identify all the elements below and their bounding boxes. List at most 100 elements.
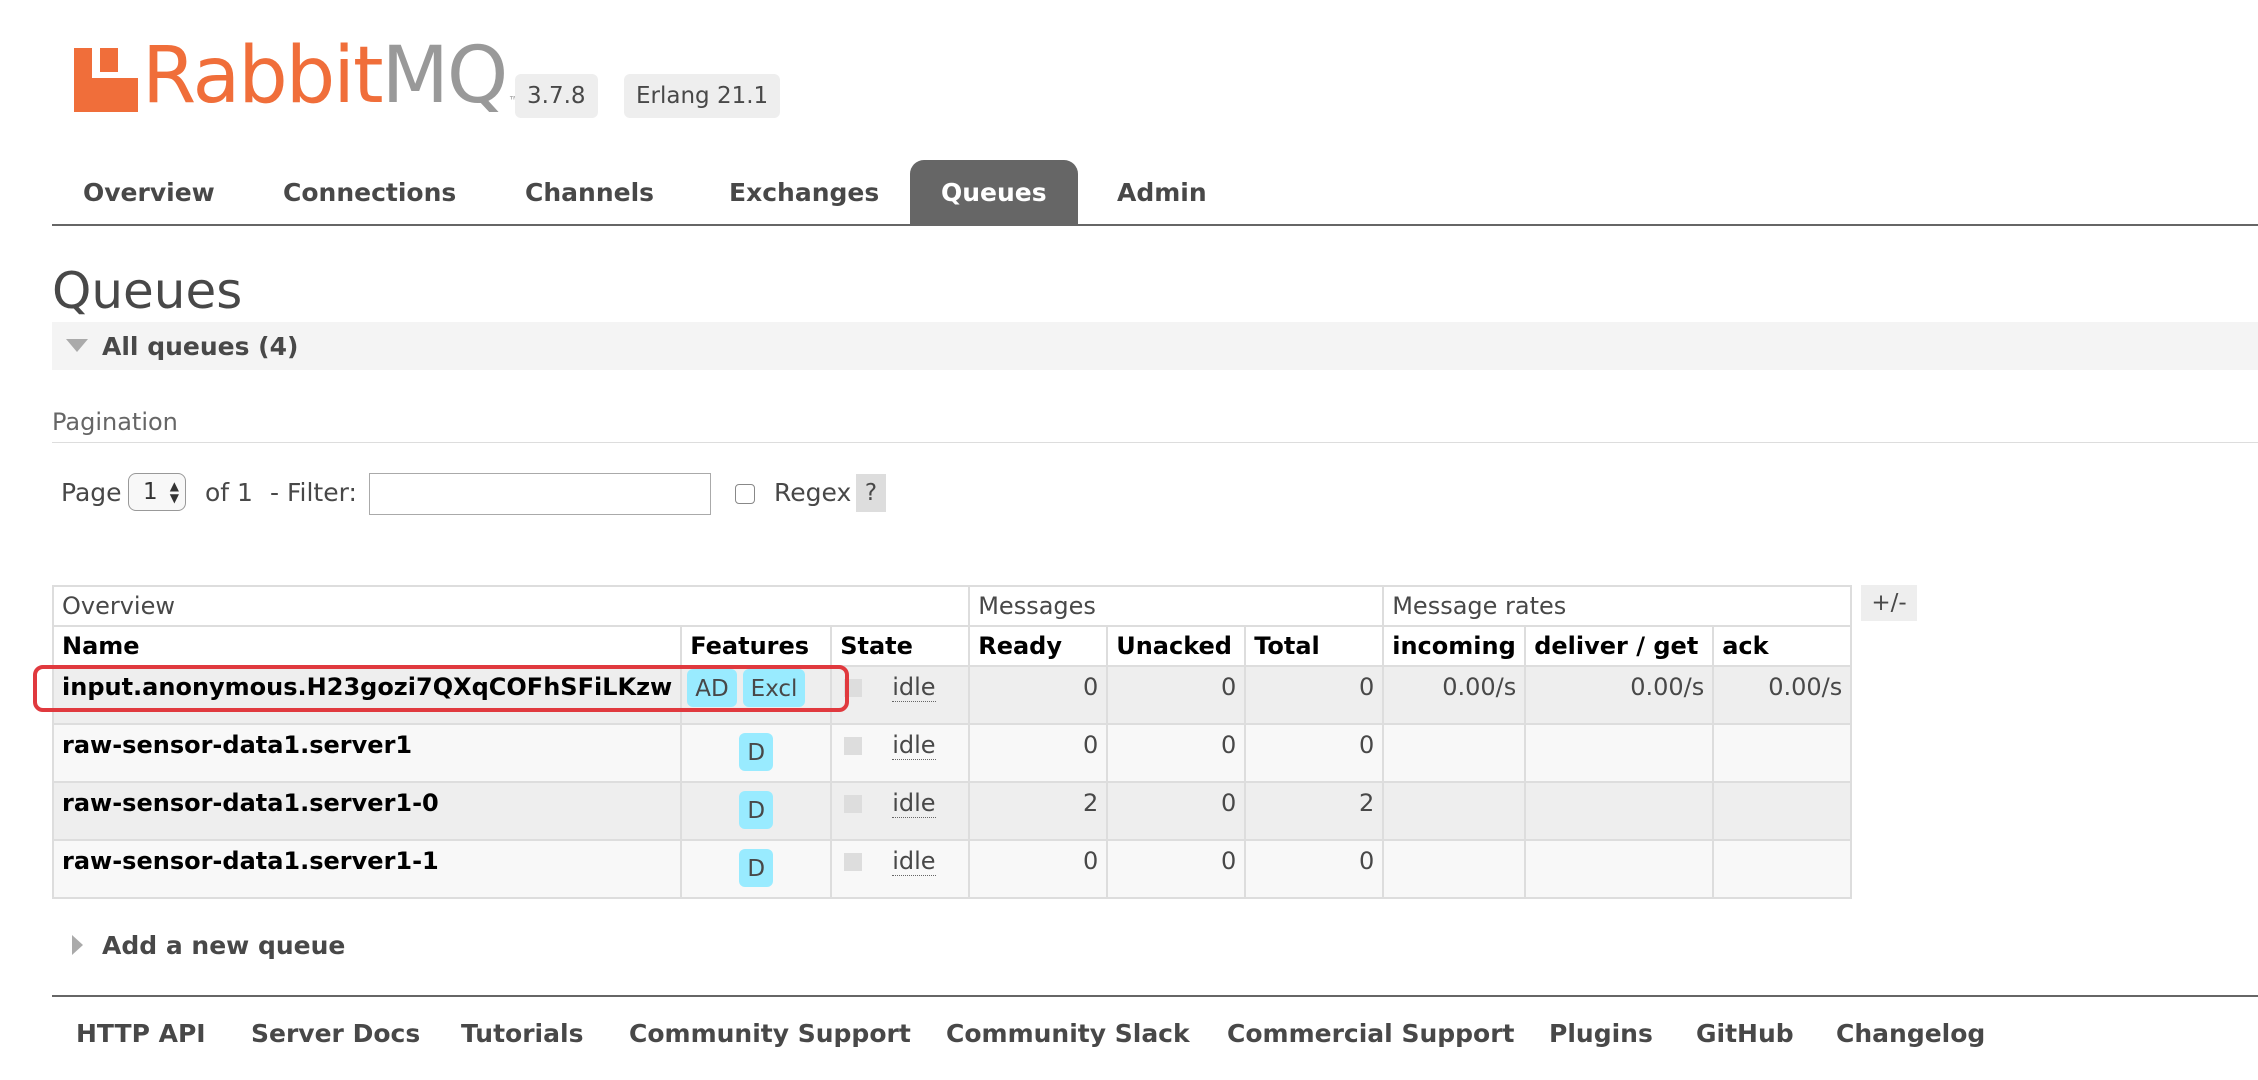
toggle-columns-button[interactable]: +/-	[1861, 585, 1917, 621]
updown-arrows-icon: ▲ ▼	[169, 479, 179, 505]
tab-admin[interactable]: Admin	[1086, 160, 1238, 224]
column-header-incoming[interactable]: incoming	[1382, 625, 1527, 667]
state-text: idle	[892, 673, 936, 702]
state-text: idle	[892, 789, 936, 818]
logo-wordmark: RabbitMQ	[142, 31, 508, 121]
table-row: raw-sensor-data1.server1-1 D idle 0 0 0	[51, 839, 1853, 899]
column-header-features[interactable]: Features	[680, 625, 833, 667]
footer-links: HTTP API Server Docs Tutorials Community…	[52, 995, 2258, 1080]
feature-badge-durable: D	[739, 849, 774, 887]
deliver-get-rate: 0.00/s	[1524, 665, 1715, 725]
ready-count: 0	[968, 723, 1109, 783]
footer-link-plugins[interactable]: Plugins	[1549, 1019, 1653, 1048]
page-label: Page	[61, 478, 122, 507]
unacked-count: 0	[1106, 665, 1247, 725]
tab-queues[interactable]: Queues	[910, 160, 1078, 224]
group-header-messages: Messages	[968, 585, 1385, 627]
column-header-unacked[interactable]: Unacked	[1106, 625, 1247, 667]
feature-badge-durable: D	[739, 733, 774, 771]
tab-connections[interactable]: Connections	[252, 160, 487, 224]
incoming-rate	[1382, 781, 1527, 841]
all-queues-section-toggle[interactable]: All queues (4)	[52, 322, 2258, 370]
regex-label: Regex	[774, 478, 852, 507]
expand-triangle-icon	[72, 935, 83, 955]
features-cell: D	[680, 723, 833, 783]
table-row: input.anonymous.H23gozi7QXqCOFhSFiLKzw A…	[51, 665, 1853, 725]
column-header-total[interactable]: Total	[1244, 625, 1385, 667]
filter-label: - Filter:	[270, 478, 357, 507]
state-indicator-icon	[844, 679, 863, 697]
rabbitmq-logo[interactable]: RabbitMQ ™	[74, 31, 520, 121]
ready-count: 0	[968, 665, 1109, 725]
ready-count: 0	[968, 839, 1109, 899]
tab-exchanges[interactable]: Exchanges	[698, 160, 910, 224]
queue-name-link[interactable]: input.anonymous.H23gozi7QXqCOFhSFiLKzw	[51, 665, 683, 725]
ack-rate: 0.00/s	[1712, 665, 1853, 725]
rabbit-logo-icon	[74, 48, 138, 112]
tab-overview[interactable]: Overview	[52, 160, 246, 224]
group-header-overview: Overview	[51, 585, 971, 627]
state-cell: idle	[830, 781, 971, 841]
incoming-rate	[1382, 723, 1527, 783]
collapse-triangle-icon	[66, 339, 88, 352]
column-header-deliver-get[interactable]: deliver / get	[1524, 625, 1715, 667]
ack-rate	[1712, 839, 1853, 899]
queues-table: Overview Messages Message rates Name Fea…	[51, 585, 1853, 899]
state-indicator-icon	[844, 737, 863, 755]
total-count: 0	[1244, 839, 1385, 899]
features-cell: D	[680, 781, 833, 841]
tab-channels[interactable]: Channels	[494, 160, 685, 224]
queue-name-link[interactable]: raw-sensor-data1.server1	[51, 723, 683, 783]
footer-link-github[interactable]: GitHub	[1696, 1019, 1794, 1048]
page-select[interactable]: 1 ▲ ▼	[128, 473, 186, 511]
state-cell: idle	[830, 839, 971, 899]
column-header-name[interactable]: Name	[51, 625, 683, 667]
regex-checkbox[interactable]	[735, 484, 755, 504]
features-cell: AD Excl	[680, 665, 833, 725]
section-label: All queues (4)	[102, 332, 299, 361]
deliver-get-rate	[1524, 839, 1715, 899]
page-title: Queues	[52, 262, 243, 320]
total-count: 0	[1244, 665, 1385, 725]
state-text: idle	[892, 731, 936, 760]
feature-badge-exclusive: Excl	[742, 669, 806, 707]
group-header-message-rates: Message rates	[1382, 585, 1853, 627]
footer-link-tutorials[interactable]: Tutorials	[461, 1019, 583, 1048]
state-text: idle	[892, 847, 936, 876]
ready-count: 2	[968, 781, 1109, 841]
column-header-state[interactable]: State	[830, 625, 971, 667]
add-new-queue-toggle[interactable]: Add a new queue	[102, 931, 345, 960]
footer-link-community-support[interactable]: Community Support	[629, 1019, 911, 1048]
footer-link-commercial-support[interactable]: Commercial Support	[1227, 1019, 1515, 1048]
main-nav-tabs: Overview Connections Channels Exchanges …	[52, 160, 2258, 226]
unacked-count: 0	[1106, 839, 1247, 899]
column-header-ready[interactable]: Ready	[968, 625, 1109, 667]
deliver-get-rate	[1524, 781, 1715, 841]
table-row: raw-sensor-data1.server1 D idle 0 0 0	[51, 723, 1853, 783]
feature-badge-auto-delete: AD	[687, 669, 737, 707]
version-badge: 3.7.8	[515, 74, 598, 118]
column-header-ack[interactable]: ack	[1712, 625, 1853, 667]
features-cell: D	[680, 839, 833, 899]
state-indicator-icon	[844, 853, 863, 871]
unacked-count: 0	[1106, 723, 1247, 783]
queue-name-link[interactable]: raw-sensor-data1.server1-0	[51, 781, 683, 841]
unacked-count: 0	[1106, 781, 1247, 841]
footer-link-changelog[interactable]: Changelog	[1836, 1019, 1985, 1048]
footer-link-community-slack[interactable]: Community Slack	[946, 1019, 1190, 1048]
footer-link-server-docs[interactable]: Server Docs	[251, 1019, 420, 1048]
queue-name-link[interactable]: raw-sensor-data1.server1-1	[51, 839, 683, 899]
ack-rate	[1712, 781, 1853, 841]
total-count: 0	[1244, 723, 1385, 783]
regex-help-button[interactable]: ?	[856, 474, 886, 512]
page-select-value: 1	[143, 479, 158, 505]
state-cell: idle	[830, 723, 971, 783]
footer-link-http-api[interactable]: HTTP API	[76, 1019, 206, 1048]
state-indicator-icon	[844, 795, 863, 813]
deliver-get-rate	[1524, 723, 1715, 783]
incoming-rate: 0.00/s	[1382, 665, 1527, 725]
filter-input[interactable]	[369, 473, 711, 515]
divider	[52, 442, 2258, 443]
erlang-version-badge: Erlang 21.1	[624, 74, 781, 118]
incoming-rate	[1382, 839, 1527, 899]
